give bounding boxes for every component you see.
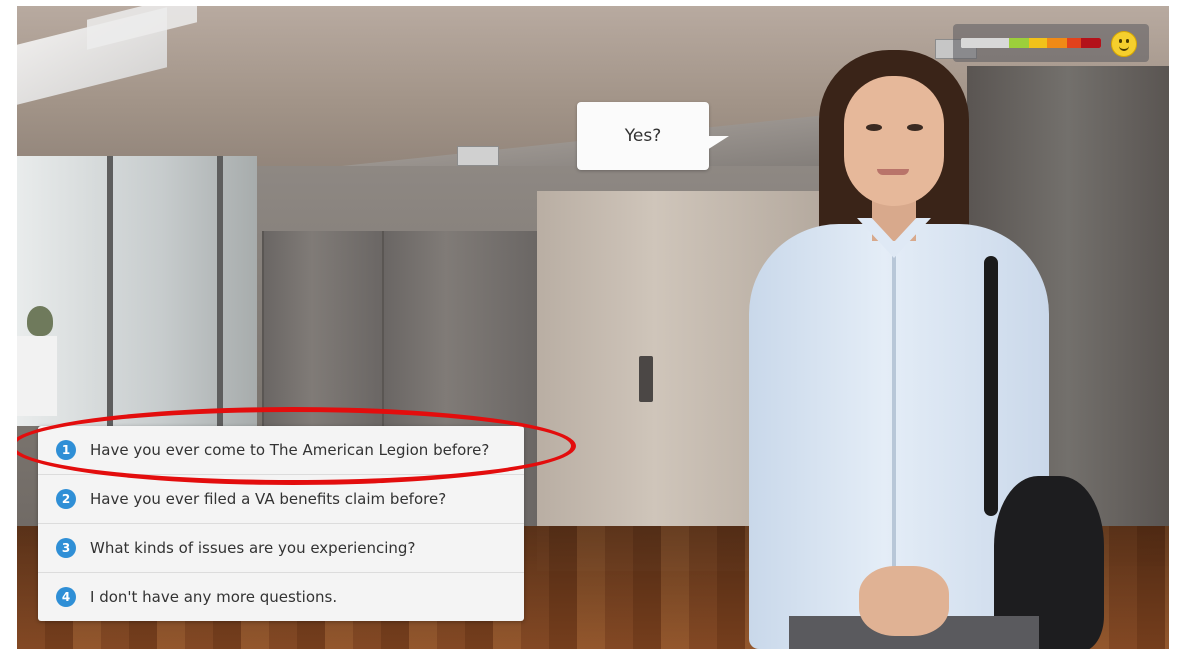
window-frame bbox=[217, 156, 223, 426]
bag-strap bbox=[984, 256, 998, 516]
choice-number-badge: 4 bbox=[56, 587, 76, 607]
choice-number-badge: 1 bbox=[56, 440, 76, 460]
speech-bubble-tail bbox=[707, 136, 729, 150]
choice-number-badge: 3 bbox=[56, 538, 76, 558]
mood-meter bbox=[953, 24, 1149, 62]
speech-text: Yes? bbox=[624, 126, 662, 146]
smiley-mouth bbox=[1119, 44, 1129, 51]
choice-3[interactable]: 3 What kinds of issues are you experienc… bbox=[38, 524, 524, 573]
meter-segment bbox=[1047, 38, 1067, 48]
simulation-scene: Yes? 1 Have you ever come to The America… bbox=[17, 6, 1169, 649]
eye bbox=[866, 124, 882, 131]
cabinet bbox=[17, 336, 57, 416]
speech-bubble: Yes? bbox=[577, 102, 709, 170]
smiley-face-icon bbox=[1111, 31, 1137, 57]
choice-1[interactable]: 1 Have you ever come to The American Leg… bbox=[38, 426, 524, 475]
smiley-eye bbox=[1126, 39, 1129, 43]
eye bbox=[907, 124, 923, 131]
choice-4[interactable]: 4 I don't have any more questions. bbox=[38, 573, 524, 621]
elevator-call-panel bbox=[639, 356, 653, 402]
choice-number-badge: 2 bbox=[56, 489, 76, 509]
smiley-eye bbox=[1119, 39, 1122, 43]
sign bbox=[457, 146, 499, 166]
dialogue-choices: 1 Have you ever come to The American Leg… bbox=[38, 426, 524, 621]
face bbox=[844, 76, 944, 206]
mouth bbox=[877, 169, 909, 175]
meter-segment bbox=[1009, 38, 1029, 48]
meter-segment bbox=[1029, 38, 1047, 48]
clasped-hands bbox=[859, 566, 949, 636]
mood-meter-track bbox=[961, 38, 1101, 48]
choice-text: Have you ever filed a VA benefits claim … bbox=[90, 490, 447, 508]
window-frame bbox=[107, 156, 113, 426]
choice-text: What kinds of issues are you experiencin… bbox=[90, 539, 416, 557]
meter-segment bbox=[961, 38, 1009, 48]
plant bbox=[27, 306, 53, 336]
choice-text: Have you ever come to The American Legio… bbox=[90, 441, 490, 459]
meter-segment bbox=[1067, 38, 1081, 48]
choice-text: I don't have any more questions. bbox=[90, 588, 338, 606]
meter-segment bbox=[1081, 38, 1101, 48]
character-avatar bbox=[729, 46, 1129, 649]
choice-2[interactable]: 2 Have you ever filed a VA benefits clai… bbox=[38, 475, 524, 524]
